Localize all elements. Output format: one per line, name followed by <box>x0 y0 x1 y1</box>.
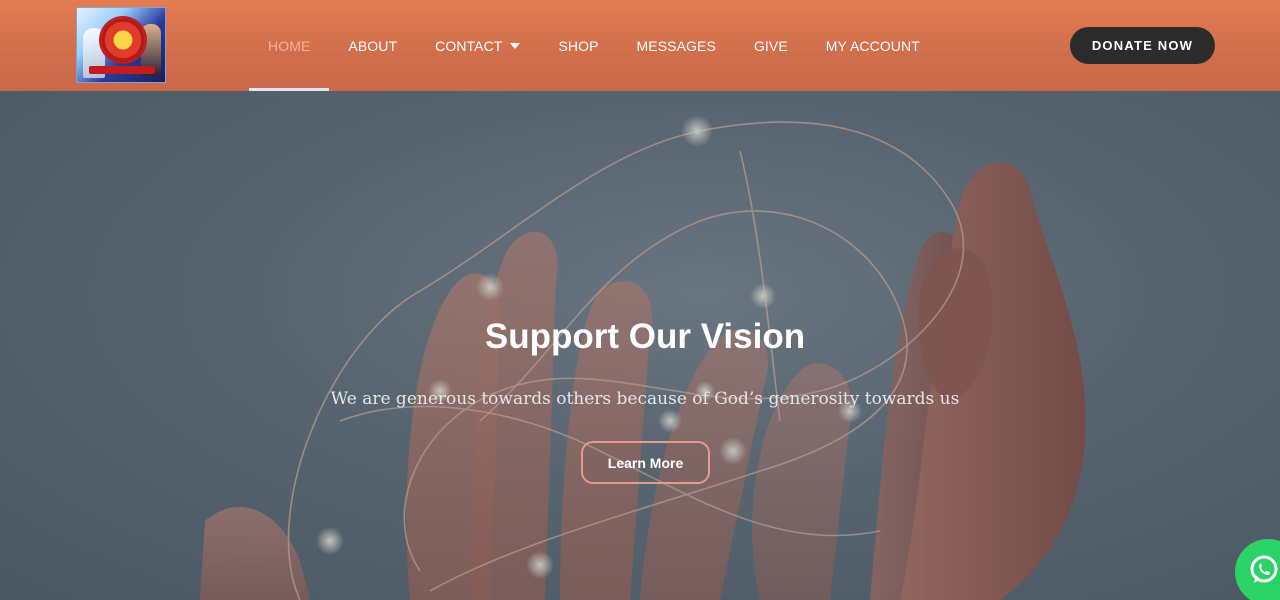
learn-more-button[interactable]: Learn More <box>581 441 710 484</box>
hero-title: Support Our Vision <box>484 317 806 356</box>
nav-item-label: MY ACCOUNT <box>825 37 920 54</box>
chevron-down-icon <box>510 42 521 49</box>
hero-subtitle: We are generous towards others because o… <box>330 389 960 409</box>
whatsapp-icon <box>1250 555 1278 583</box>
nav-item-label: MESSAGES <box>636 37 716 54</box>
nav-item-label: ABOUT <box>348 37 398 54</box>
nav-item-messages[interactable]: MESSAGES <box>618 0 735 91</box>
hero-section: Support Our Vision We are generous towar… <box>0 91 1280 600</box>
donate-now-button[interactable]: DONATE NOW <box>1070 27 1215 64</box>
nav-item-about[interactable]: ABOUT <box>329 0 416 91</box>
nav-item-label: HOME <box>268 37 311 54</box>
nav-item-home[interactable]: HOME <box>249 0 330 91</box>
site-header: HOME ABOUT CONTACT SHOP MESSAGES GIVE MY… <box>0 0 1280 91</box>
nav-item-contact[interactable]: CONTACT <box>416 0 539 91</box>
logo-seal-icon <box>101 18 145 62</box>
nav-item-label: CONTACT <box>435 37 503 54</box>
nav-item-my-account[interactable]: MY ACCOUNT <box>807 0 939 91</box>
nav-item-label: GIVE <box>753 37 788 54</box>
main-nav: HOME ABOUT CONTACT SHOP MESSAGES GIVE MY… <box>249 0 939 91</box>
nav-item-label: SHOP <box>558 37 599 54</box>
logo-banner <box>89 66 155 74</box>
church-logo[interactable] <box>76 7 166 83</box>
nav-item-give[interactable]: GIVE <box>735 0 807 91</box>
nav-item-shop[interactable]: SHOP <box>539 0 617 91</box>
